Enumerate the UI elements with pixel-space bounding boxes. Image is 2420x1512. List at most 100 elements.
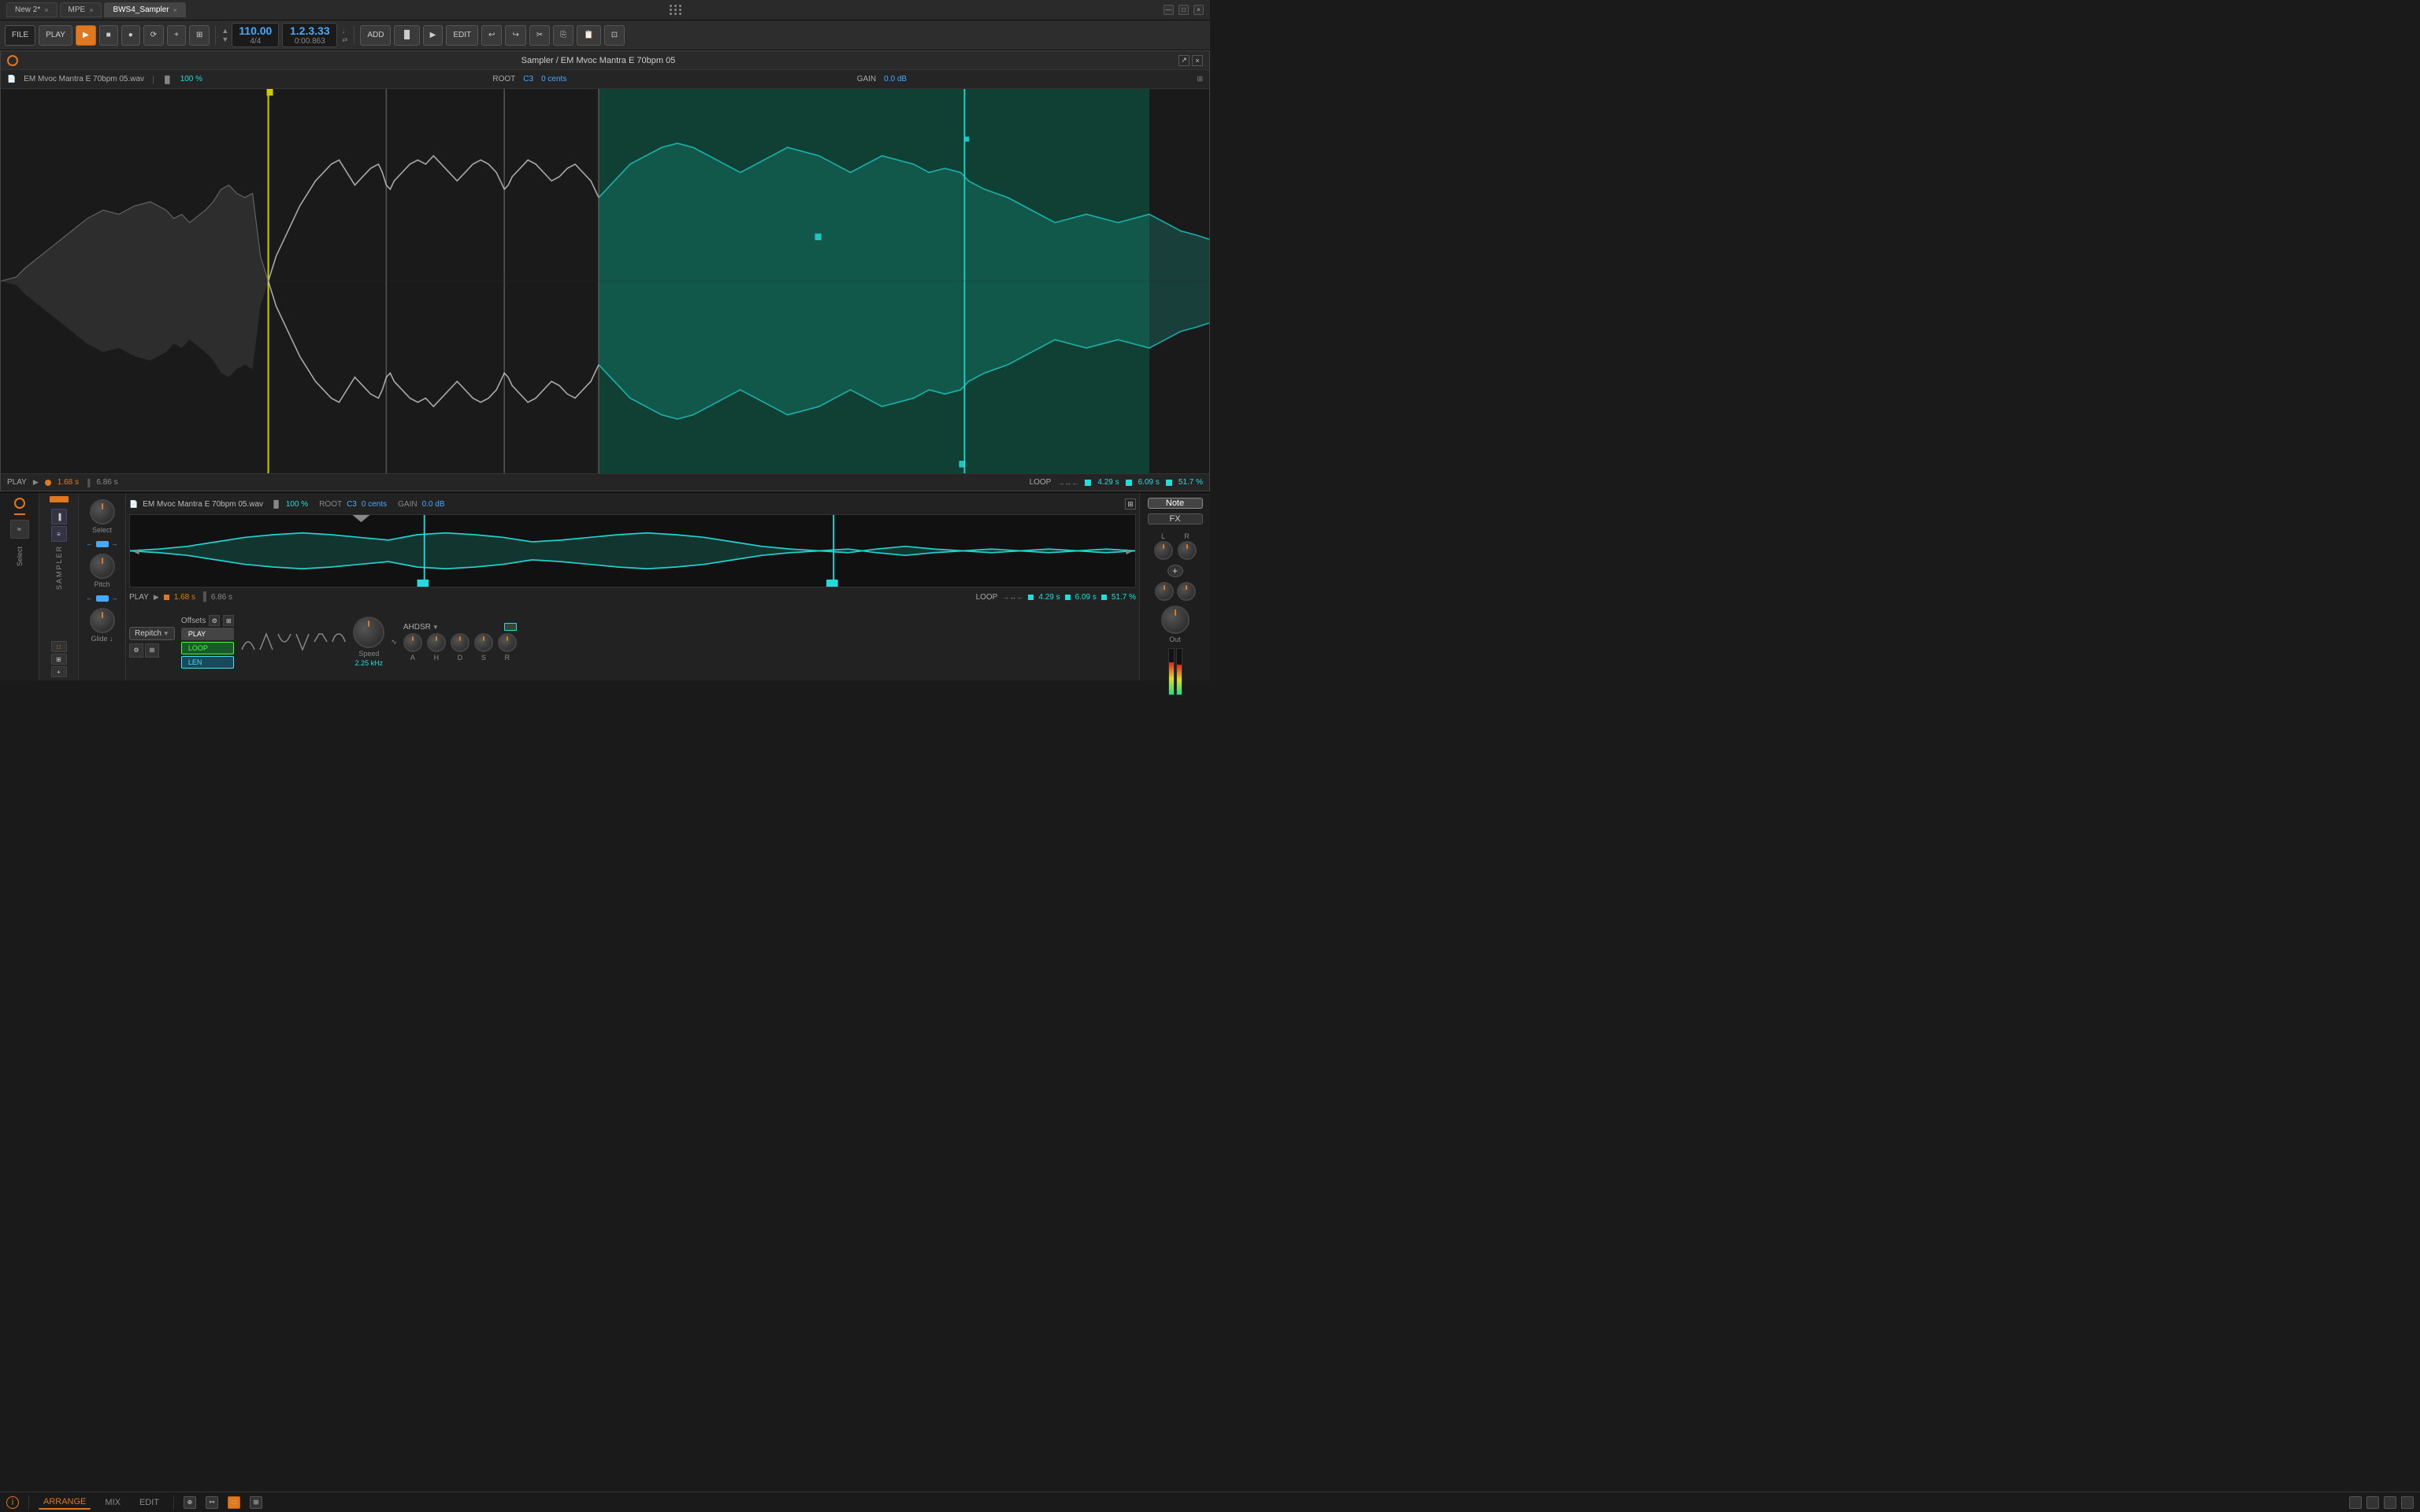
copy-button[interactable]: ⎘ <box>553 25 573 46</box>
sampler-transport-row: PLAY ▶ 1.68 s ▐ 6.86 s LOOP →↔← 4.29 s 6… <box>129 590 1136 604</box>
edit-button[interactable]: EDIT <box>446 25 478 46</box>
footer-edit-tab[interactable]: EDIT <box>135 1496 164 1509</box>
footer-right-icon1[interactable] <box>2349 1496 2362 1509</box>
sampler-window: Sampler / EM Mvoc Mantra E 70bpm 05 ↗ × … <box>0 50 1210 491</box>
repitch-icons: ⚙ ⊞ <box>129 643 175 658</box>
paste2-button[interactable]: ⊡ <box>604 25 625 46</box>
add-button-plus[interactable]: + <box>167 25 186 46</box>
sampler-bottom-icons: □ ⊞ + <box>51 641 67 677</box>
tab-mpe[interactable]: MPE × <box>60 2 102 17</box>
footer-right-icon3[interactable] <box>2384 1496 2396 1509</box>
pitch-arrow-l[interactable]: ← <box>87 595 93 602</box>
repitch-icon2[interactable]: ⊞ <box>145 643 159 658</box>
pattern-button[interactable]: ⊞ <box>189 25 210 46</box>
sampler-icon2[interactable]: ≡ <box>51 526 67 542</box>
loop-button[interactable]: ⟳ <box>143 25 164 46</box>
glide-knob[interactable] <box>90 608 115 633</box>
sampler-power[interactable] <box>7 55 18 66</box>
tab-mpe-close[interactable]: × <box>89 6 93 14</box>
footer-icon4[interactable]: ⊞ <box>250 1496 262 1509</box>
offsets-grid-icon[interactable]: ⊞ <box>223 615 234 626</box>
info-button[interactable]: i <box>6 1496 19 1509</box>
sync-icon[interactable]: ⇄ <box>342 36 348 43</box>
knobs-column: Select ← → Pitch ← → Glide ↓ <box>79 493 126 680</box>
sampler-icon3[interactable]: □ <box>51 641 67 652</box>
sampler-icon5[interactable]: + <box>51 666 67 677</box>
tab-new2[interactable]: New 2* × <box>6 2 58 17</box>
tempo-display[interactable]: 110.00 4/4 <box>232 23 279 47</box>
file-icon-sm: 📄 <box>129 500 138 509</box>
sampler-close[interactable]: × <box>1192 55 1203 66</box>
sampler-expand[interactable]: ↗ <box>1178 55 1190 66</box>
l-knob[interactable] <box>1154 541 1173 560</box>
transport-loop-arrows: →↔← <box>1002 593 1023 601</box>
offsets-icon[interactable]: ⚙ <box>209 615 220 626</box>
mini-wave-prev[interactable]: ◄ <box>132 546 141 557</box>
footer-arrange-tab[interactable]: ARRANGE <box>39 1495 91 1510</box>
note-button[interactable]: Note <box>1148 498 1203 509</box>
mute-knob[interactable] <box>1177 582 1196 601</box>
maximize-btn[interactable]: □ <box>1178 5 1189 15</box>
pitch-arrow-r[interactable]: → <box>112 595 118 602</box>
knob-r[interactable] <box>498 633 517 652</box>
tab-bws4-close[interactable]: × <box>173 6 177 14</box>
play-transport-button[interactable]: ▶ <box>76 25 96 46</box>
minimize-btn[interactable]: — <box>1164 5 1174 15</box>
mixer-button[interactable]: ▐▌ <box>394 25 419 46</box>
metronome-icon[interactable]: ♩ <box>342 28 348 35</box>
select-knob[interactable] <box>90 499 115 524</box>
footer-icon3-active[interactable]: □ <box>228 1496 240 1509</box>
play-toggle[interactable]: PLAY <box>181 628 235 640</box>
bottom-power[interactable] <box>14 498 25 509</box>
knob-h[interactable] <box>427 633 446 652</box>
tab-bws4[interactable]: BWS4_Sampler × <box>104 2 185 17</box>
fx-button[interactable]: FX <box>1148 513 1203 524</box>
footer-right-icon4[interactable] <box>2401 1496 2414 1509</box>
undo-button[interactable]: ↩ <box>481 25 502 46</box>
play-footer-label[interactable]: PLAY <box>7 478 27 487</box>
record-button[interactable]: ● <box>121 25 140 46</box>
position-display[interactable]: 1.2.3.33 0:00.863 <box>282 23 337 47</box>
file-button[interactable]: FILE <box>5 25 35 46</box>
waveform-area[interactable] <box>1 89 1209 473</box>
speed-knob[interactable] <box>353 617 384 648</box>
pitch-knob[interactable] <box>90 554 115 579</box>
arrow-right[interactable]: → <box>112 540 118 547</box>
add-route-btn[interactable]: + <box>1167 565 1183 577</box>
loop-toggle[interactable]: LOOP <box>181 642 235 654</box>
loop-start: 4.29 s <box>1097 478 1119 487</box>
bottom-settings-btn[interactable]: ⊞ <box>1125 498 1136 510</box>
close-btn[interactable]: × <box>1193 5 1204 15</box>
transport-play[interactable]: PLAY <box>129 593 149 602</box>
r-knob[interactable] <box>1178 541 1197 560</box>
mini-waveform[interactable]: ◄ ► <box>129 514 1136 587</box>
redo-button[interactable]: ↪ <box>505 25 525 46</box>
cut-button[interactable]: ✂ <box>529 25 550 46</box>
stop-button[interactable]: ■ <box>99 25 118 46</box>
wf-settings-icon[interactable]: ⊞ <box>1197 75 1203 83</box>
waveform-icon[interactable]: ≈ <box>10 520 29 539</box>
play-button[interactable]: PLAY <box>39 25 72 46</box>
ahdsr-knobs: A H D S R <box>403 633 517 662</box>
footer-right-icon2[interactable] <box>2366 1496 2379 1509</box>
sampler-icon1[interactable]: ▐ <box>51 509 67 524</box>
paste-button[interactable]: 📋 <box>577 25 600 46</box>
out-knob[interactable] <box>1161 606 1190 634</box>
knob-s[interactable] <box>474 633 493 652</box>
footer-icon1[interactable]: ⊕ <box>184 1496 196 1509</box>
pan-l-knob[interactable] <box>1155 582 1174 601</box>
knob-d[interactable] <box>451 633 470 652</box>
repitch-icon1[interactable]: ⚙ <box>129 643 143 658</box>
mini-wave-next[interactable]: ► <box>1124 546 1134 557</box>
speed-label: Speed <box>358 650 379 658</box>
repitch-dropdown[interactable]: Repitch ▼ <box>129 627 175 640</box>
sampler-icon4[interactable]: ⊞ <box>51 654 67 665</box>
tab-new2-close[interactable]: × <box>44 6 48 14</box>
add-button[interactable]: ADD <box>360 25 391 46</box>
play2-button[interactable]: ▶ <box>423 25 444 46</box>
footer-icon2[interactable]: ⚯ <box>206 1496 218 1509</box>
knob-a[interactable] <box>403 633 422 652</box>
arrow-left[interactable]: ← <box>87 540 93 547</box>
len-toggle[interactable]: LEN <box>181 656 235 669</box>
footer-mix-tab[interactable]: MIX <box>100 1496 125 1509</box>
